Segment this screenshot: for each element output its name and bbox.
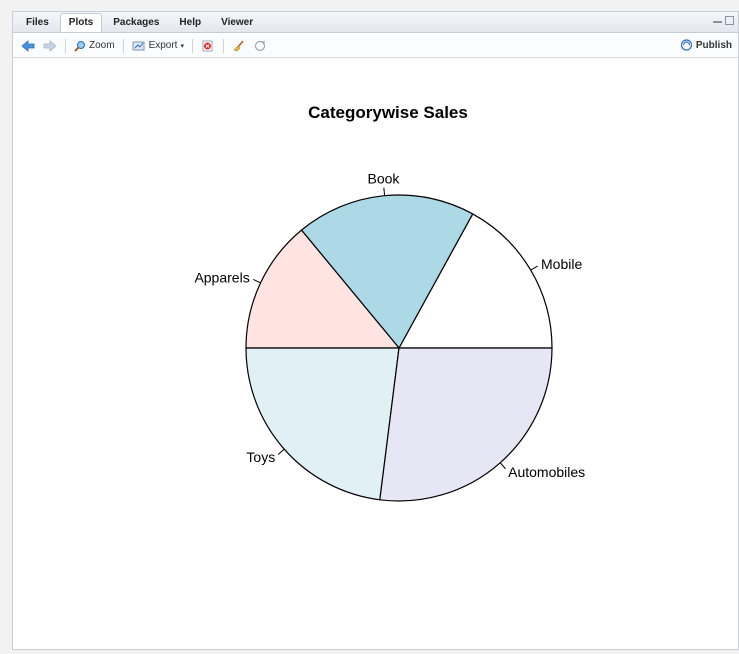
- refresh-icon: [254, 40, 266, 51]
- toolbar-divider: [122, 38, 124, 53]
- tab-help[interactable]: Help: [170, 13, 210, 32]
- label-tick-mobile: [530, 265, 538, 271]
- tab-viewer[interactable]: Viewer: [212, 13, 262, 32]
- toolbar-divider: [191, 38, 193, 53]
- window-controls: [713, 16, 734, 25]
- back-arrow-icon: [21, 39, 35, 52]
- pie-slice-toys: [245, 347, 400, 501]
- publish-button[interactable]: Publish: [680, 39, 732, 51]
- label-tick-apparels: [253, 278, 261, 284]
- export-icon: [132, 41, 144, 50]
- remove-plot-icon: [202, 40, 213, 51]
- pie-label-apparels: Apparels: [194, 270, 249, 286]
- label-tick-toys: [277, 448, 285, 455]
- forward-button[interactable]: [43, 39, 57, 52]
- chevron-down-icon: ▾: [180, 42, 184, 50]
- broom-icon: [233, 40, 244, 51]
- remove-plot-button[interactable]: [201, 40, 215, 52]
- toolbar-divider: [65, 38, 66, 53]
- publish-label: Publish: [695, 39, 732, 51]
- tab-plots[interactable]: Plots: [59, 13, 103, 32]
- forward-arrow-icon: [43, 39, 57, 52]
- plots-toolbar: Zoom Export ▾ Publish: [13, 34, 738, 58]
- zoom-icon: [74, 40, 85, 52]
- clear-plots-button[interactable]: [232, 40, 246, 52]
- plots-pane: Files Plots Packages Help Viewer Zoom Ex…: [12, 11, 739, 650]
- export-label: Export: [148, 40, 178, 51]
- tab-packages[interactable]: Packages: [104, 13, 168, 32]
- back-button[interactable]: [21, 39, 35, 52]
- pie-slices: [245, 194, 553, 502]
- tab-files[interactable]: Files: [17, 13, 58, 32]
- maximize-icon[interactable]: [725, 16, 734, 25]
- publish-icon: [680, 39, 692, 51]
- export-button[interactable]: Export ▾: [132, 40, 184, 52]
- pie-label-toys: Toys: [246, 449, 275, 465]
- pie-chart: Categorywise Sales Mobile Book Apparels Toy…: [194, 103, 585, 502]
- toolbar-divider: [222, 38, 224, 53]
- zoom-button[interactable]: Zoom: [74, 40, 115, 52]
- pie-label-book: Book: [368, 171, 401, 187]
- chart-title: Categorywise Sales: [308, 103, 468, 122]
- minimize-icon[interactable]: [713, 16, 722, 23]
- pane-tab-bar: Files Plots Packages Help Viewer: [13, 12, 738, 33]
- label-tick-book: [383, 187, 386, 196]
- pie-label-mobile: Mobile: [541, 256, 582, 272]
- label-tick-automobiles: [499, 462, 506, 470]
- pie-label-automobiles: Automobiles: [508, 464, 585, 480]
- zoom-label: Zoom: [89, 40, 115, 51]
- refresh-button[interactable]: [254, 40, 266, 52]
- plot-viewer: Categorywise Sales Mobile Book Apparels Toy…: [13, 59, 738, 649]
